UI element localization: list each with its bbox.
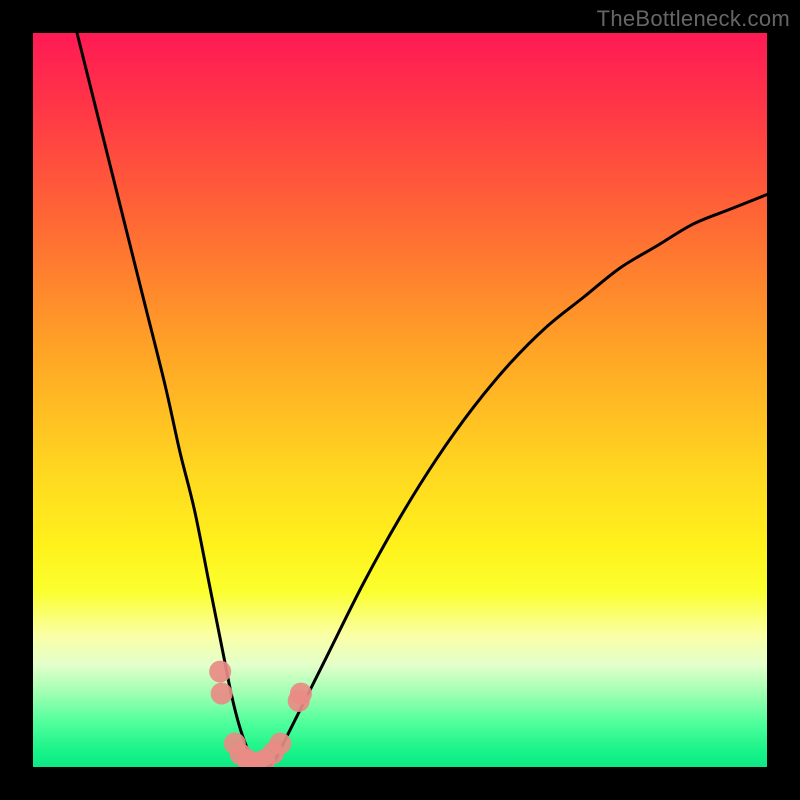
bottleneck-curve	[77, 33, 767, 767]
curve-marker	[211, 683, 233, 705]
plot-area	[33, 33, 767, 767]
chart-frame: TheBottleneck.com	[0, 0, 800, 800]
curve-marker	[269, 733, 291, 755]
watermark-text: TheBottleneck.com	[597, 6, 790, 32]
curve-marker	[209, 661, 231, 683]
curve-marker	[290, 683, 312, 705]
curve-layer	[33, 33, 767, 767]
